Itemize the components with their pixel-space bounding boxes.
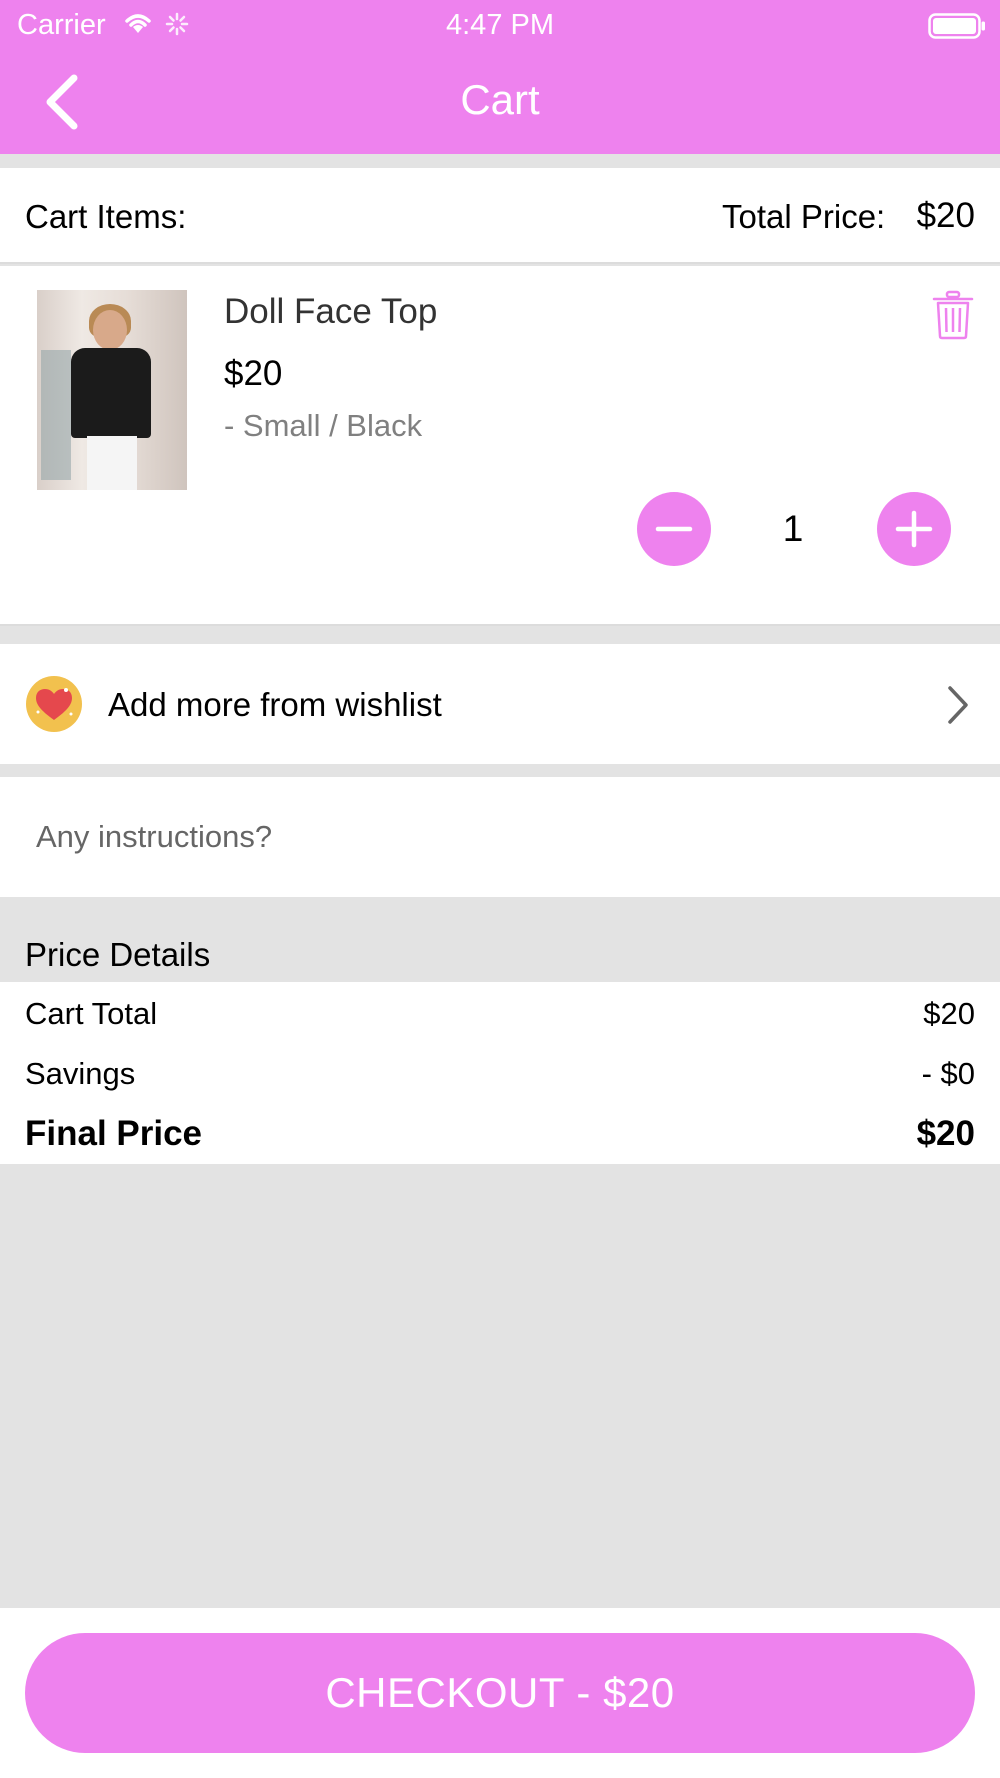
product-image[interactable] <box>37 290 187 490</box>
instructions-input[interactable] <box>36 797 966 877</box>
cart-items-label: Cart Items: <box>25 198 187 235</box>
chevron-right-icon <box>948 686 968 724</box>
trash-icon[interactable] <box>930 290 976 340</box>
cart-total-label: Cart Total <box>25 996 158 1031</box>
product-image-pants <box>87 436 137 490</box>
savings-label: Savings <box>25 1056 136 1091</box>
quantity-decrease-button[interactable] <box>637 492 711 566</box>
total-price-value: $20 <box>916 196 975 235</box>
product-variant: - Small / Black <box>224 408 423 443</box>
product-price: $20 <box>224 354 283 393</box>
add-from-wishlist-row[interactable]: Add more from wishlist <box>0 644 1000 764</box>
cart-summary-row: Cart Items: Total Price: $20 <box>0 168 1000 264</box>
cart-total-value: $20 <box>923 996 975 1031</box>
final-price-label: Final Price <box>25 1114 203 1153</box>
total-price-label: Total Price: <box>722 198 886 235</box>
final-price-value: $20 <box>916 1114 975 1153</box>
status-bar: Carrier 4:47 PM <box>0 0 1000 52</box>
product-image-top <box>71 348 151 438</box>
plus-icon <box>895 510 933 548</box>
quantity-increase-button[interactable] <box>877 492 951 566</box>
product-image-face <box>93 310 127 350</box>
quantity-value: 1 <box>782 508 804 549</box>
status-time: 4:47 PM <box>446 9 554 41</box>
product-name[interactable]: Doll Face Top <box>224 292 437 332</box>
heart-icon <box>36 688 73 720</box>
instructions-section <box>0 777 1000 897</box>
cart-item-card: Doll Face Top $20 - Small / Black 1 <box>0 266 1000 626</box>
page-title: Cart <box>460 76 540 123</box>
checkout-button[interactable]: CHECKOUT - $20 <box>25 1633 975 1753</box>
checkout-area: CHECKOUT - $20 <box>0 1608 1000 1778</box>
battery-icon <box>928 13 985 39</box>
app-header: Carrier 4:47 PM Cart <box>0 0 1000 154</box>
product-image-background <box>41 350 71 480</box>
minus-icon <box>655 526 693 532</box>
savings-value: - $0 <box>921 1056 975 1091</box>
wishlist-badge <box>26 676 82 732</box>
wishlist-label: Add more from wishlist <box>108 686 442 723</box>
price-details-title: Price Details <box>25 936 211 973</box>
price-details-box: Cart Total $20 Savings - $0 Final Price … <box>0 982 1000 1164</box>
